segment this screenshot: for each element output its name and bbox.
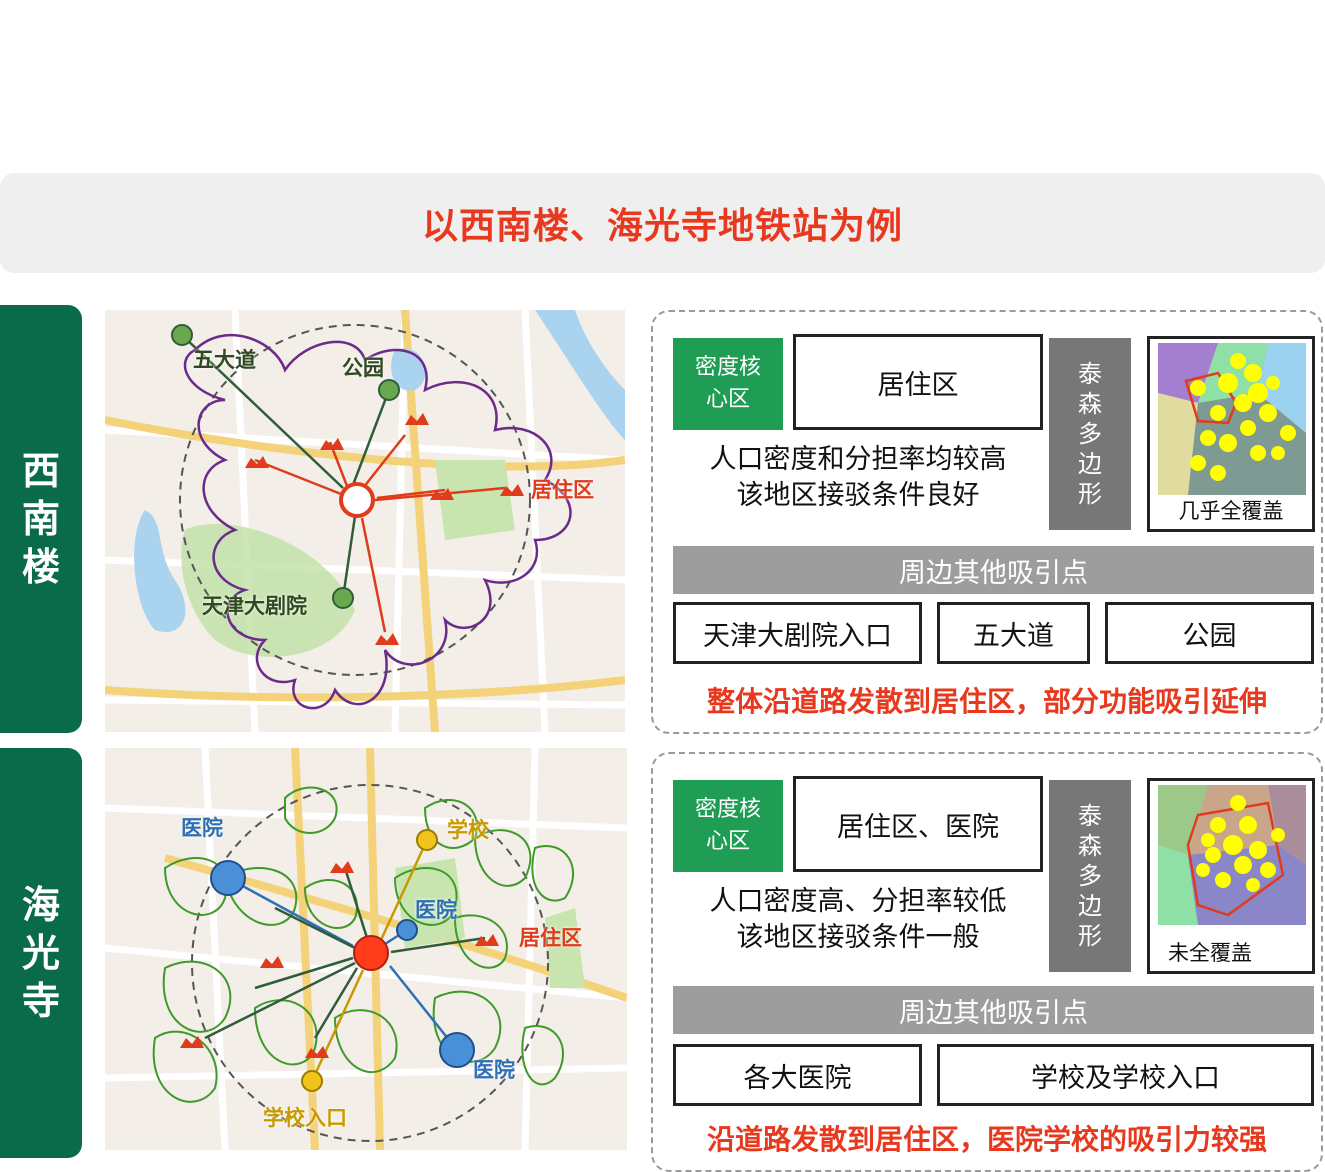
attraction-theater: 天津大剧院入口: [673, 602, 922, 664]
desc-line1: 人口密度和分担率均较高: [709, 444, 1007, 475]
map-label-residential: 居住区: [531, 478, 594, 502]
map-label-hospital-3: 医院: [473, 1058, 515, 1082]
section-name: 海光寺: [21, 882, 60, 1023]
thumb-caption: 未全覆盖: [1168, 941, 1252, 965]
other-attractions-title: 周边其他吸引点: [673, 986, 1314, 1034]
map-label-residential: 居住区: [519, 926, 582, 950]
core-area-box: 居住区、医院: [793, 776, 1043, 872]
other-attractions-title: 周边其他吸引点: [673, 546, 1314, 594]
description: 人口密度高、分担率较低 该地区接驳条件一般: [673, 884, 1043, 956]
attraction-park: 公园: [1105, 602, 1314, 664]
density-core-tag: 密度核心区: [673, 338, 783, 430]
desc-line1: 人口密度高、分担率较低: [709, 886, 1007, 917]
conclusion-text: 整体沿道路发散到居住区，部分功能吸引延伸: [706, 685, 1267, 718]
thiessen-polygon-tag: 泰森多边形: [1049, 338, 1131, 530]
section-name: 西南楼: [21, 448, 60, 589]
description: 人口密度和分担率均较高 该地区接驳条件良好: [673, 442, 1043, 514]
info-panel-xinanlou: 密度核心区 居住区 泰森多边形 几乎全覆盖 人口密度和分担率均较高 该地区接驳条…: [651, 310, 1323, 734]
section-label-haiguangsi: 海光寺: [0, 748, 82, 1158]
density-core-tag: 密度核心区: [673, 780, 783, 872]
map-label-school: 学校: [447, 818, 489, 842]
map-label-theater: 天津大剧院: [202, 594, 307, 618]
map-label-hospital-1: 医院: [181, 816, 223, 840]
map-xinanlou: 五大道 公园 居住区 天津大剧院: [105, 310, 625, 732]
coverage-thumbnail: 几乎全覆盖: [1147, 336, 1315, 532]
section-label-xinanlou: 西南楼: [0, 305, 82, 733]
desc-line2: 该地区接驳条件良好: [736, 480, 980, 511]
attraction-wudadao: 五大道: [937, 602, 1090, 664]
attraction-hospitals: 各大医院: [673, 1044, 922, 1106]
map-label-hospital-2: 医院: [415, 898, 457, 922]
core-area-box: 居住区: [793, 334, 1043, 430]
banner-title: 以西南楼、海光寺地铁站为例: [421, 205, 903, 247]
attraction-schools: 学校及学校入口: [937, 1044, 1314, 1106]
map-haiguangsi: 医院 学校 医院 居住区 医院 学校入口: [105, 748, 627, 1150]
title-banner: 以西南楼、海光寺地铁站为例: [0, 173, 1325, 273]
desc-line2: 该地区接驳条件一般: [736, 922, 980, 953]
map-label-school-entrance: 学校入口: [263, 1106, 347, 1130]
thiessen-polygon-tag: 泰森多边形: [1049, 780, 1131, 972]
conclusion-text: 沿道路发散到居住区，医院学校的吸引力较强: [706, 1123, 1267, 1156]
coverage-thumbnail: 未全覆盖: [1147, 778, 1315, 974]
thumb-caption: 几乎全覆盖: [1178, 499, 1284, 523]
info-panel-haiguangsi: 密度核心区 居住区、医院 泰森多边形 未全覆盖 人口密度高、分担率较低 该地区接…: [651, 752, 1323, 1172]
map-label-park: 公园: [342, 356, 384, 380]
map-label-wudadao: 五大道: [193, 348, 256, 372]
